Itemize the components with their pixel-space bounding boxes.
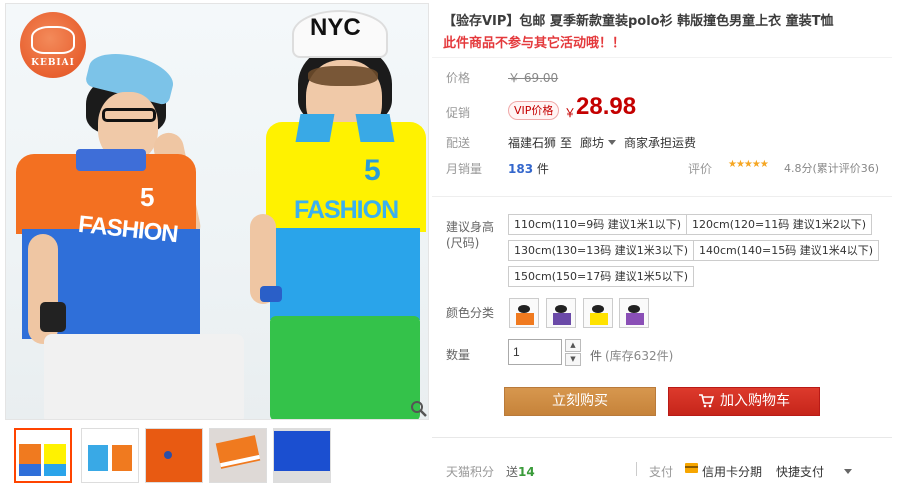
sales-label: 月销量 [446, 162, 483, 176]
promo-notice: 此件商品不参与其它活动哦！！ [443, 36, 626, 51]
destination-select[interactable]: 廊坊 [580, 134, 617, 151]
points-value-wrap: 送14 [506, 465, 535, 479]
buy-now-button[interactable]: 立刻购买 [504, 387, 656, 416]
sales-count: 183 [508, 162, 534, 176]
kid-orange-shirt: FASHION 5 [6, 4, 246, 419]
points-value: 14 [518, 465, 535, 479]
size-option-110[interactable]: 110cm(110=9码 建议1米1以下) [508, 214, 688, 235]
rating-label: 评价 [688, 162, 713, 176]
size-option-120[interactable]: 120cm(120=11码 建议1米2以下) [686, 214, 873, 235]
main-product-image[interactable]: KEBIAI FASHION 5 NYC FASHION 5 [5, 3, 429, 420]
shipping-note: 商家承担运费 [624, 136, 697, 150]
shirt-print-text: FASHION [294, 196, 399, 224]
original-price: ￥ 69.00 [508, 71, 559, 85]
payment-label: 支付 [649, 465, 674, 479]
ship-from: 福建石狮 [508, 136, 557, 150]
cart-icon [699, 394, 714, 408]
thumbnail-3[interactable] [145, 428, 203, 483]
cap-print-text: NYC [310, 14, 361, 41]
sales-count-wrap: 183 件 [508, 162, 549, 176]
size-option-140[interactable]: 140cm(140=15码 建议1米4以下) [693, 240, 880, 261]
size-label: 建议身高(尺码) [446, 220, 495, 250]
product-title: 【验存VIP】包邮 夏季新款童装polo衫 韩版撞色男童上衣 童装T恤 [443, 14, 834, 29]
color-label: 颜色分类 [446, 306, 495, 320]
rating-summary-link[interactable]: 4.8分(累计评价36) [784, 160, 879, 176]
ship-to-word: 至 [560, 136, 573, 150]
thumbnail-strip [5, 428, 429, 488]
quantity-down-icon[interactable]: ▼ [565, 353, 581, 366]
delivery-label: 配送 [446, 136, 471, 150]
color-swatch-2[interactable] [546, 298, 576, 328]
color-swatch-3[interactable] [583, 298, 613, 328]
color-swatch-1[interactable] [509, 298, 539, 328]
quantity-input[interactable] [508, 339, 562, 365]
chevron-down-icon [844, 469, 853, 474]
currency-symbol: ￥ [564, 106, 577, 120]
promo-price: 28.98 [576, 93, 637, 120]
promo-label: 促销 [446, 106, 471, 120]
chevron-down-icon [608, 140, 617, 145]
price-label: 价格 [446, 71, 471, 85]
thumbnail-5[interactable] [273, 428, 331, 483]
kid-yellow-shirt: NYC FASHION 5 [236, 4, 428, 419]
points-label: 天猫积分 [446, 465, 495, 479]
quantity-label: 数量 [446, 348, 471, 362]
rating-stars-icon: ★★★★★ [728, 159, 769, 170]
quantity-unit: 件 [590, 349, 603, 363]
color-swatch-4[interactable] [619, 298, 649, 328]
credit-installment-link[interactable]: 信用卡分期 [702, 463, 762, 480]
stock-count: (库存632件) [605, 349, 674, 363]
quantity-up-icon[interactable]: ▲ [565, 339, 581, 352]
thumbnail-2[interactable] [81, 428, 139, 483]
quick-pay-select[interactable]: 快捷支付 [776, 463, 853, 480]
thumbnail-4[interactable] [209, 428, 267, 483]
credit-card-icon [685, 463, 698, 473]
add-to-cart-button[interactable]: 加入购物车 [668, 387, 820, 416]
vip-price-badge: VIP价格 [508, 101, 560, 120]
size-option-130[interactable]: 130cm(130=13码 建议1米3以下) [508, 240, 695, 261]
size-option-150[interactable]: 150cm(150=17码 建议1米5以下) [508, 266, 695, 287]
thumbnail-1[interactable] [14, 428, 72, 483]
zoom-magnifier-icon[interactable] [410, 400, 428, 418]
